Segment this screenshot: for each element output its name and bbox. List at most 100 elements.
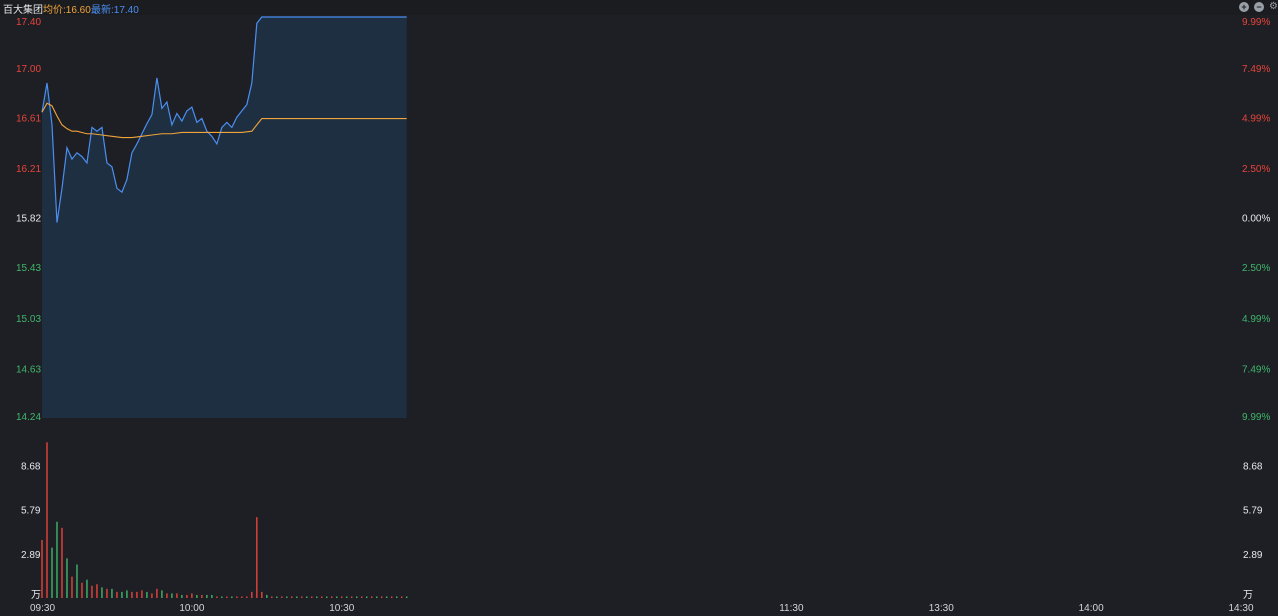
percent-tick-label: 2.50%: [1242, 164, 1270, 175]
volume-bar: [171, 593, 173, 598]
volume-bar: [231, 596, 233, 598]
volume-bar: [176, 593, 178, 598]
percent-tick-label: 4.99%: [1242, 314, 1270, 325]
volume-bar: [136, 591, 138, 598]
volume-bar: [106, 588, 108, 598]
volume-bar: [396, 596, 398, 598]
price-tick-label: 17.00: [16, 64, 41, 75]
volume-bar: [276, 596, 278, 598]
volume-bar: [366, 596, 368, 598]
volume-bar: [56, 521, 58, 598]
volume-bar: [166, 593, 168, 598]
volume-bar: [336, 596, 338, 598]
volume-bar: [196, 594, 198, 598]
volume-bar: [211, 594, 213, 598]
volume-bar: [86, 579, 88, 598]
volume-bar: [261, 591, 263, 598]
volume-bar: [306, 596, 308, 598]
volume-bar: [286, 596, 288, 598]
volume-bar: [206, 594, 208, 598]
volume-bar: [346, 596, 348, 598]
volume-unit-label: 万: [31, 590, 41, 601]
volume-bar: [321, 596, 323, 598]
price-tick-label: 15.03: [16, 314, 41, 325]
percent-tick-label: 9.99%: [1242, 17, 1270, 28]
time-tick-label: 14:00: [1079, 603, 1104, 614]
volume-tick-label: 8.68: [21, 462, 41, 473]
volume-bar: [356, 596, 358, 598]
volume-bar: [281, 596, 283, 598]
volume-bar: [341, 596, 343, 598]
price-tick-label: 15.82: [16, 214, 41, 225]
volume-bar: [161, 590, 163, 598]
volume-bar: [381, 596, 383, 598]
price-tick-label: 17.40: [16, 17, 41, 28]
volume-tick-label: 5.79: [21, 506, 41, 517]
price-tick-label: 14.63: [16, 365, 41, 376]
volume-bar: [301, 596, 303, 598]
volume-bar: [236, 596, 238, 598]
volume-bar: [371, 596, 373, 598]
volume-bar: [61, 527, 63, 598]
time-tick-label: 09:30: [30, 603, 55, 614]
volume-bar: [96, 584, 98, 598]
volume-bar: [156, 588, 158, 598]
volume-bar: [121, 591, 123, 598]
volume-bar: [326, 596, 328, 598]
volume-bar: [271, 596, 273, 598]
volume-bar: [151, 593, 153, 598]
time-tick-label: 11:30: [779, 603, 804, 614]
volume-bar: [296, 596, 298, 598]
volume-bar: [66, 558, 68, 598]
volume-bar: [221, 596, 223, 598]
time-tick-label: 13:30: [929, 603, 954, 614]
volume-bar: [141, 590, 143, 598]
volume-bar: [251, 591, 253, 598]
volume-bar: [41, 540, 43, 598]
volume-bar: [266, 594, 268, 598]
price-tick-label: 16.21: [16, 164, 41, 175]
volume-bar: [201, 594, 203, 598]
volume-bar: [91, 585, 93, 598]
time-tick-label: 10:00: [179, 603, 204, 614]
volume-bar: [361, 596, 363, 598]
volume-tick-label-right: 2.89: [1243, 550, 1263, 561]
volume-bar: [246, 596, 248, 598]
volume-bar: [71, 576, 73, 598]
volume-bar: [131, 591, 133, 598]
intraday-chart[interactable]: 17.40 9.99% 17.00 7.49% 16.61 4.99% 16.21 2.50%…: [0, 0, 1278, 616]
volume-bar: [316, 596, 318, 598]
percent-tick-label: 9.99%: [1242, 412, 1270, 423]
percent-tick-label: 2.50%: [1242, 263, 1270, 274]
percent-tick-label: 7.49%: [1242, 64, 1270, 75]
volume-tick-label: 2.89: [21, 550, 41, 561]
volume-bar: [241, 596, 243, 598]
percent-tick-label: 4.99%: [1242, 113, 1270, 124]
time-tick-label: 14:30: [1228, 603, 1253, 614]
volume-bar: [116, 591, 118, 598]
volume-bar: [256, 517, 258, 598]
volume-bar: [331, 596, 333, 598]
volume-bar: [386, 596, 388, 598]
volume-bar: [401, 596, 403, 598]
volume-bar: [46, 442, 48, 598]
price-tick-label: 15.43: [16, 263, 41, 274]
volume-bar: [186, 594, 188, 598]
volume-bar: [81, 582, 83, 598]
volume-bar: [291, 596, 293, 598]
volume-bar: [376, 596, 378, 598]
price-tick-label: 16.61: [16, 113, 41, 124]
volume-bar: [405, 596, 408, 598]
percent-tick-label: 0.00%: [1242, 214, 1270, 225]
volume-bar: [126, 590, 128, 598]
volume-bar: [191, 593, 193, 598]
volume-bar: [111, 588, 113, 598]
price-tick-label: 14.24: [16, 412, 41, 423]
volume-tick-label-right: 8.68: [1243, 462, 1263, 473]
volume-unit-label-right: 万: [1243, 590, 1253, 601]
volume-bar: [76, 564, 78, 598]
volume-bar: [226, 596, 228, 598]
percent-tick-label: 7.49%: [1242, 365, 1270, 376]
volume-bar: [51, 547, 53, 598]
volume-tick-label-right: 5.79: [1243, 506, 1263, 517]
